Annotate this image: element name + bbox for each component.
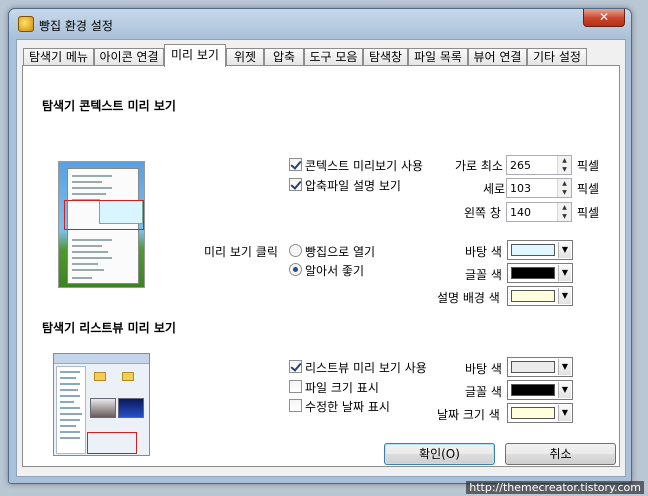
auto-select-radio[interactable] [289,263,302,276]
auto-select-label: 알아서 좋기 [305,264,365,278]
spin-up-icon[interactable]: ▲ [558,179,571,188]
height-label: 세로 [483,182,506,196]
use-listview-preview-checkbox[interactable] [289,360,302,373]
listview-font-color-picker[interactable]: ▼ [507,380,573,400]
min-width-input[interactable] [507,156,557,174]
cancel-button[interactable]: 취소 [505,443,616,465]
font-color-label: 글꼴 색 [465,268,502,282]
listview-font-color-swatch [511,384,555,396]
listview-background-color-label: 바탕 색 [465,362,502,376]
min-width-unit: 픽셀 [577,159,600,173]
left-pane-spinner[interactable]: ▲▼ [506,202,572,222]
background-color-label: 바탕 색 [465,245,502,259]
date-size-color-label: 날짜 크기 색 [437,408,500,422]
date-size-color-picker[interactable]: ▼ [507,403,573,423]
show-file-size-checkbox[interactable] [289,380,302,393]
spin-down-icon[interactable]: ▼ [558,188,571,197]
ok-button[interactable]: 확인(O) [384,443,495,465]
background-color-picker[interactable]: ▼ [507,240,573,260]
open-with-bbangzip-radio[interactable] [289,244,302,257]
preview-click-label: 미리 보기 클릭 [204,245,278,259]
show-archive-description-label: 압축파일 설명 보기 [305,179,401,193]
context-preview-section-title: 탐색기 콘텍스트 미리 보기 [42,99,176,113]
preview-settings-panel: 탐색기 콘텍스트 미리 보기 콘텍스트 미리보기 사용 압축파일 설명 보기 가… [22,65,620,467]
dropdown-arrow-icon[interactable]: ▼ [558,242,571,258]
spin-up-icon[interactable]: ▲ [558,203,571,212]
use-context-preview-checkbox[interactable] [289,158,302,171]
min-width-spinner[interactable]: ▲▼ [506,155,572,175]
height-spinner[interactable]: ▲▼ [506,178,572,198]
left-pane-label: 왼쪽 창 [464,206,501,220]
window-title: 빵집 환경 설정 [39,19,113,33]
date-size-color-swatch [511,407,555,419]
use-listview-preview-label: 리스트뷰 미리 보기 사용 [305,361,427,375]
spin-up-icon[interactable]: ▲ [558,156,571,165]
height-input[interactable] [507,179,557,197]
listview-background-color-picker[interactable]: ▼ [507,357,573,377]
close-button[interactable]: ✕ [583,9,625,27]
tab-preview[interactable]: 미리 보기 [164,44,226,67]
spin-down-icon[interactable]: ▼ [558,165,571,174]
show-modified-date-label: 수정한 날짜 표시 [305,400,390,414]
left-pane-input[interactable] [507,203,557,221]
section-divider [206,326,601,327]
min-width-label: 가로 최소 [455,159,503,173]
listview-font-color-label: 글꼴 색 [465,385,502,399]
height-unit: 픽셀 [577,182,600,196]
listview-background-color-swatch [511,361,555,373]
dropdown-arrow-icon[interactable]: ▼ [558,265,571,281]
show-archive-description-checkbox[interactable] [289,178,302,191]
watermark-url: http://themecreator.tistory.com [466,481,644,494]
dropdown-arrow-icon[interactable]: ▼ [558,382,571,398]
font-color-swatch [511,267,555,279]
desc-bg-color-swatch [511,290,555,302]
show-file-size-label: 파일 크기 표시 [305,381,379,395]
left-pane-unit: 픽셀 [577,206,600,220]
spin-down-icon[interactable]: ▼ [558,212,571,221]
dialog-client-area: 탐색기 메뉴 아이콘 연결 미리 보기 위젯 압축 도구 모음 탐색창 파일 목… [16,39,626,477]
settings-window: 빵집 환경 설정 ✕ 탐색기 메뉴 아이콘 연결 미리 보기 위젯 압축 도구 … [8,8,632,484]
font-color-picker[interactable]: ▼ [507,263,573,283]
show-modified-date-checkbox[interactable] [289,399,302,412]
open-with-bbangzip-label: 빵집으로 열기 [305,245,376,259]
listview-preview-section-title: 탐색기 리스트뷰 미리 보기 [42,321,176,335]
context-preview-sample-image [58,161,145,288]
dropdown-arrow-icon[interactable]: ▼ [558,405,571,421]
dropdown-arrow-icon[interactable]: ▼ [558,288,571,304]
title-bar[interactable]: 빵집 환경 설정 ✕ [9,9,631,39]
desc-bg-color-picker[interactable]: ▼ [507,286,573,306]
dropdown-arrow-icon[interactable]: ▼ [558,359,571,375]
bbangzip-app-icon [18,16,34,32]
use-context-preview-label: 콘텍스트 미리보기 사용 [305,159,424,173]
background-color-swatch [511,244,555,256]
listview-preview-sample-image [53,353,150,456]
desc-bg-color-label: 설명 배경 색 [437,291,500,305]
